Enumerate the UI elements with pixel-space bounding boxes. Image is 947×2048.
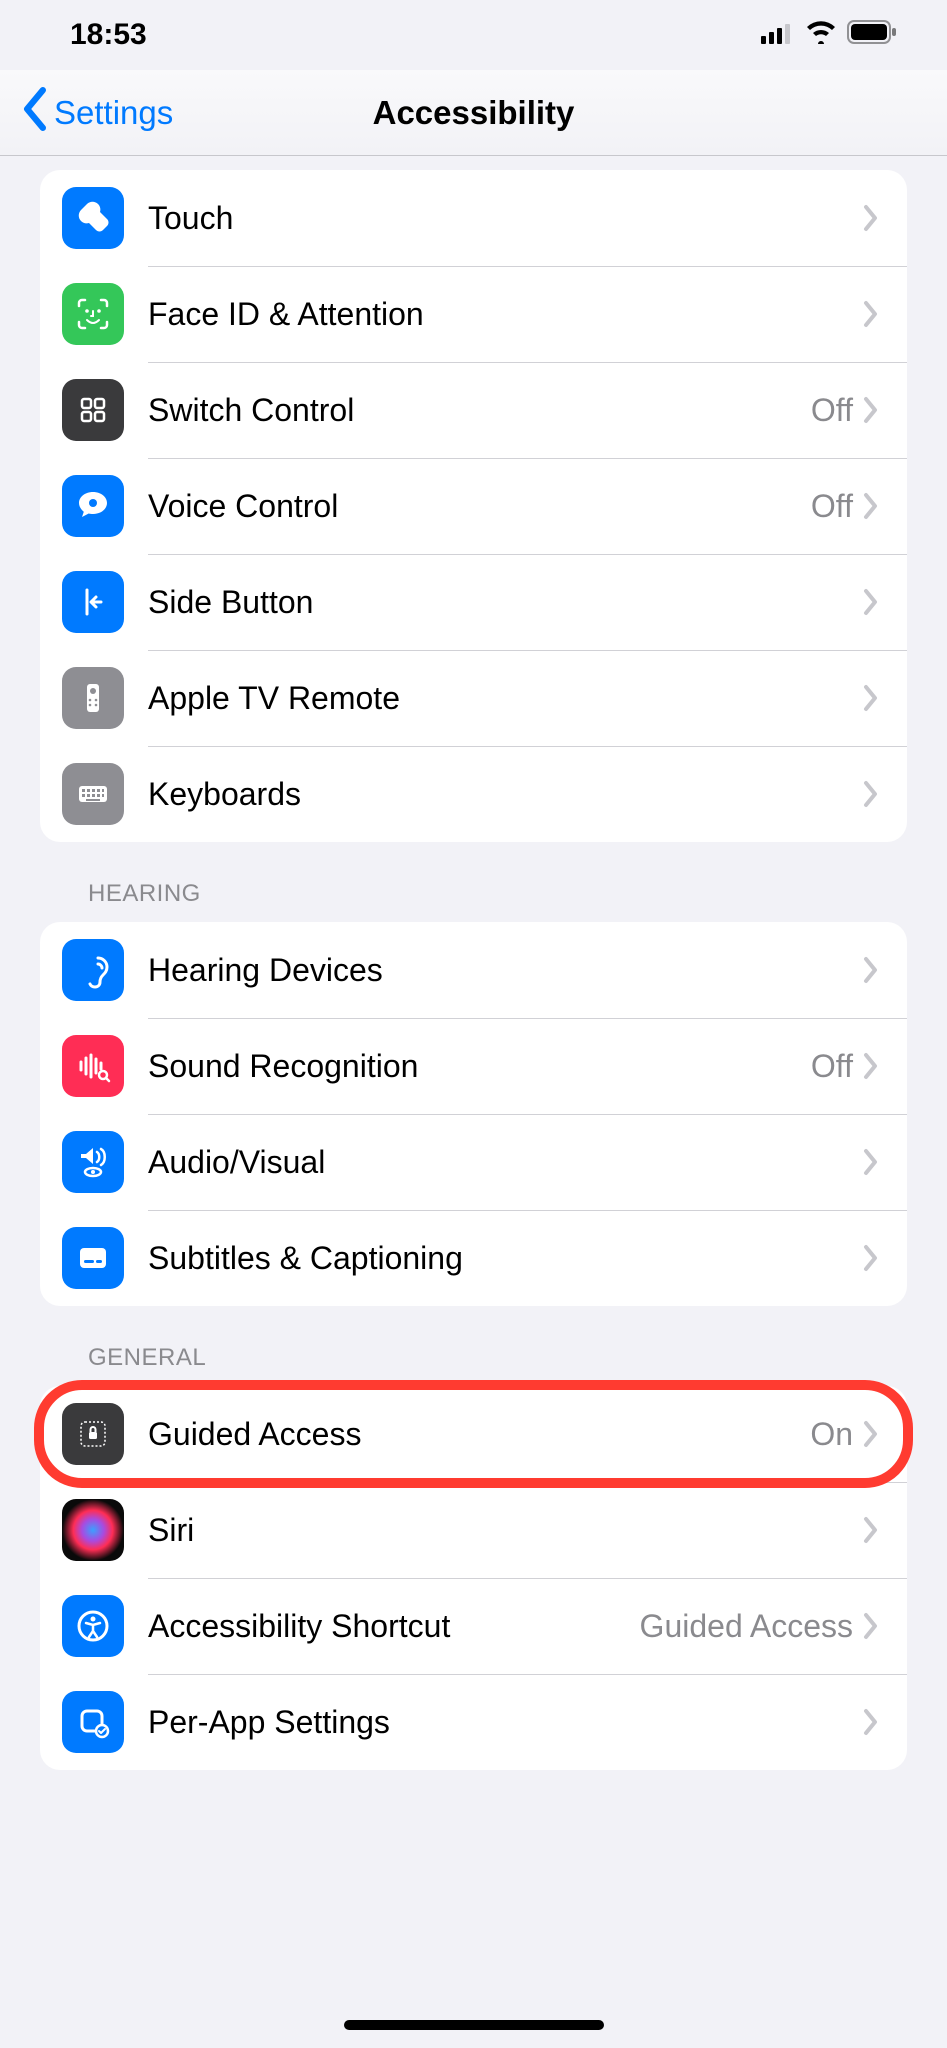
- wifi-icon: [805, 18, 837, 52]
- row-label: Hearing Devices: [148, 952, 853, 989]
- status-indicators: [761, 18, 897, 52]
- ear-icon: [62, 939, 124, 1001]
- row-label: Keyboards: [148, 776, 853, 813]
- chevron-left-icon: [20, 87, 50, 139]
- row-label: Accessibility Shortcut: [148, 1608, 640, 1645]
- chevron-right-icon: [863, 300, 879, 328]
- row-side-button[interactable]: Side Button: [40, 554, 907, 650]
- chevron-right-icon: [863, 1148, 879, 1176]
- row-accessibility-shortcut[interactable]: Accessibility Shortcut Guided Access: [40, 1578, 907, 1674]
- row-value: Guided Access: [640, 1608, 853, 1645]
- keyboards-icon: [62, 763, 124, 825]
- cellular-icon: [761, 18, 795, 52]
- chevron-right-icon: [863, 1612, 879, 1640]
- per-app-icon: [62, 1691, 124, 1753]
- home-indicator: [344, 2020, 604, 2030]
- chevron-right-icon: [863, 396, 879, 424]
- row-voice-control[interactable]: Voice Control Off: [40, 458, 907, 554]
- side-button-icon: [62, 571, 124, 633]
- chevron-right-icon: [863, 1420, 879, 1448]
- row-hearing-devices[interactable]: Hearing Devices: [40, 922, 907, 1018]
- nav-bar: Settings Accessibility: [0, 70, 947, 156]
- row-subtitles-captioning[interactable]: Subtitles & Captioning: [40, 1210, 907, 1306]
- chevron-right-icon: [863, 1516, 879, 1544]
- chevron-right-icon: [863, 780, 879, 808]
- row-sound-recognition[interactable]: Sound Recognition Off: [40, 1018, 907, 1114]
- row-touch[interactable]: Touch: [40, 170, 907, 266]
- row-siri[interactable]: Siri: [40, 1482, 907, 1578]
- chevron-right-icon: [863, 1708, 879, 1736]
- chevron-right-icon: [863, 204, 879, 232]
- row-apple-tv-remote[interactable]: Apple TV Remote: [40, 650, 907, 746]
- sound-recognition-icon: [62, 1035, 124, 1097]
- section-header-general: GENERAL: [0, 1306, 947, 1386]
- siri-icon: [62, 1499, 124, 1561]
- row-label: Subtitles & Captioning: [148, 1240, 853, 1277]
- status-time: 18:53: [70, 18, 147, 52]
- group-general: Guided Access On Siri Accessibility Shor…: [40, 1386, 907, 1770]
- row-label: Sound Recognition: [148, 1048, 811, 1085]
- row-audio-visual[interactable]: Audio/Visual: [40, 1114, 907, 1210]
- chevron-right-icon: [863, 588, 879, 616]
- row-label: Voice Control: [148, 488, 811, 525]
- accessibility-shortcut-icon: [62, 1595, 124, 1657]
- status-bar: 18:53: [0, 0, 947, 70]
- row-label: Apple TV Remote: [148, 680, 853, 717]
- chevron-right-icon: [863, 956, 879, 984]
- row-label: Guided Access: [148, 1416, 810, 1453]
- section-header-hearing: HEARING: [0, 842, 947, 922]
- switch-control-icon: [62, 379, 124, 441]
- row-value: On: [810, 1416, 853, 1453]
- group-physical-motor: Touch Face ID & Attention Switch Control…: [40, 170, 907, 842]
- group-hearing: Hearing Devices Sound Recognition Off Au…: [40, 922, 907, 1306]
- row-label: Switch Control: [148, 392, 811, 429]
- row-guided-access[interactable]: Guided Access On: [40, 1386, 907, 1482]
- content: Touch Face ID & Attention Switch Control…: [0, 170, 947, 1770]
- subtitles-icon: [62, 1227, 124, 1289]
- row-value: Off: [811, 1048, 853, 1085]
- row-switch-control[interactable]: Switch Control Off: [40, 362, 907, 458]
- audio-visual-icon: [62, 1131, 124, 1193]
- row-keyboards[interactable]: Keyboards: [40, 746, 907, 842]
- row-label: Face ID & Attention: [148, 296, 853, 333]
- chevron-right-icon: [863, 492, 879, 520]
- row-faceid[interactable]: Face ID & Attention: [40, 266, 907, 362]
- row-label: Side Button: [148, 584, 853, 621]
- faceid-icon: [62, 283, 124, 345]
- chevron-right-icon: [863, 1052, 879, 1080]
- row-value: Off: [811, 488, 853, 525]
- guided-access-icon: [62, 1403, 124, 1465]
- row-value: Off: [811, 392, 853, 429]
- tv-remote-icon: [62, 667, 124, 729]
- chevron-right-icon: [863, 684, 879, 712]
- voice-control-icon: [62, 475, 124, 537]
- battery-icon: [847, 18, 897, 52]
- row-label: Per-App Settings: [148, 1704, 853, 1741]
- row-label: Audio/Visual: [148, 1144, 853, 1181]
- back-label: Settings: [54, 94, 173, 132]
- back-button[interactable]: Settings: [0, 87, 173, 139]
- page-title: Accessibility: [373, 94, 575, 132]
- row-label: Siri: [148, 1512, 853, 1549]
- touch-icon: [62, 187, 124, 249]
- row-per-app-settings[interactable]: Per-App Settings: [40, 1674, 907, 1770]
- chevron-right-icon: [863, 1244, 879, 1272]
- row-label: Touch: [148, 200, 853, 237]
